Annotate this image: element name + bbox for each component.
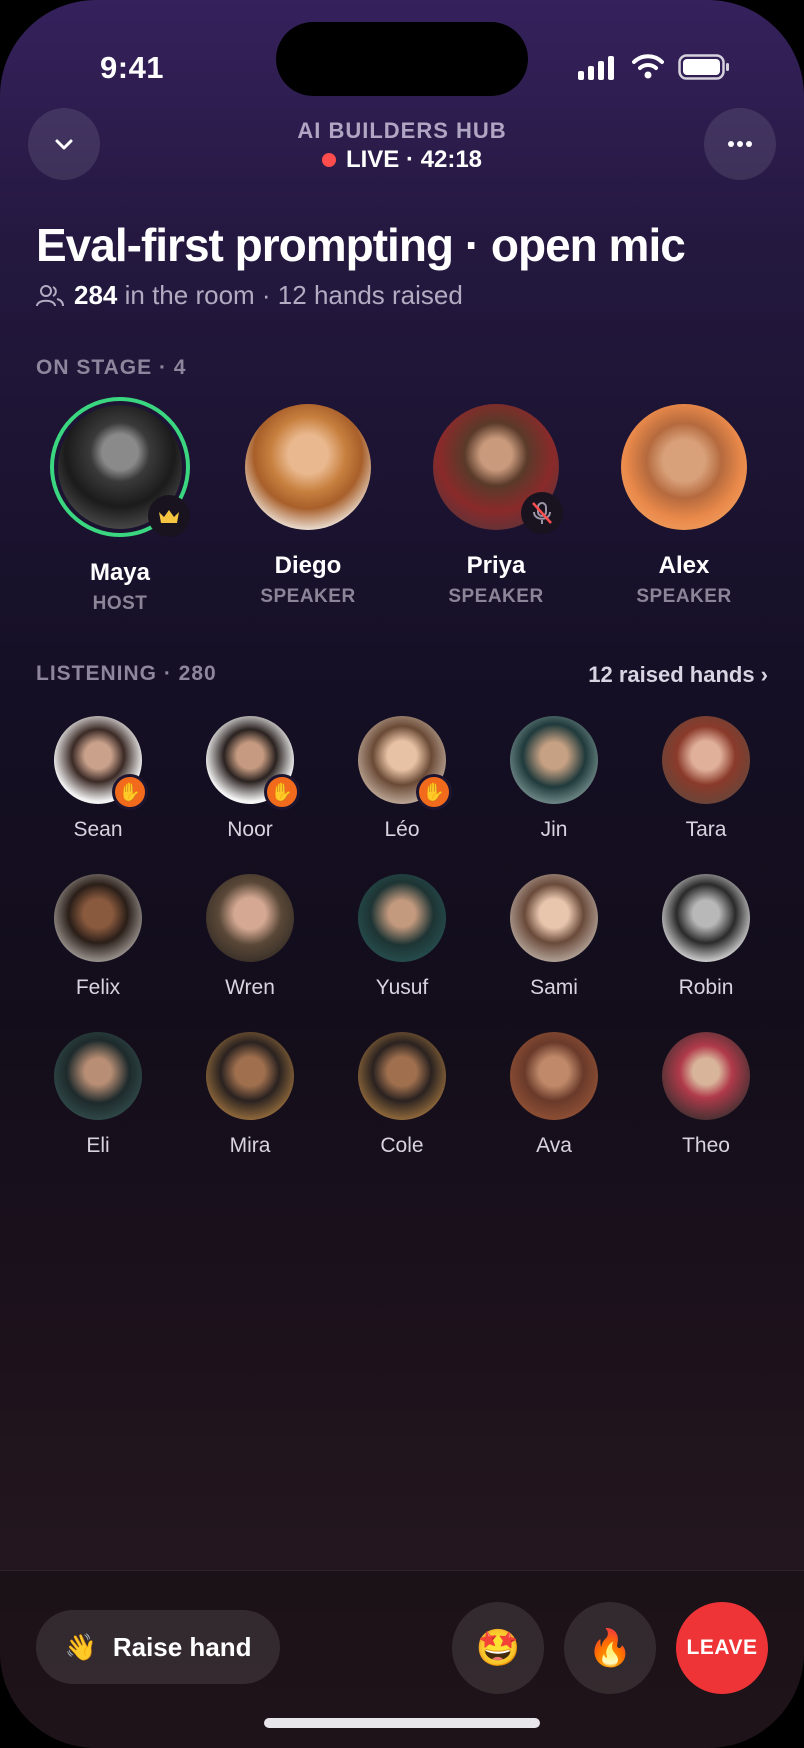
avatar (245, 404, 371, 530)
people-icon (36, 284, 64, 306)
stage-speaker[interactable]: Alex SPEAKER (600, 404, 768, 608)
avatar (621, 404, 747, 530)
avatar (510, 874, 598, 962)
room-meta-text: in the room · 12 hands raised (124, 280, 463, 310)
avatar (206, 874, 294, 962)
fire-reaction-button[interactable]: 🔥 (564, 1602, 656, 1694)
avatar (50, 397, 190, 537)
avatar (662, 874, 750, 962)
listener-tara[interactable]: Tara (646, 716, 766, 842)
home-indicator (264, 1718, 540, 1728)
speaker-name: Maya (89, 559, 151, 586)
listener-cole[interactable]: Cole (342, 1032, 462, 1158)
mic-off-icon (521, 492, 563, 534)
leave-button[interactable]: LEAVE (676, 1602, 768, 1694)
speaker-name: Diego (274, 552, 342, 579)
listener-name: Noor (227, 818, 273, 841)
waving-hand-icon: 👋 (64, 1631, 97, 1662)
avatar (433, 404, 563, 534)
listener-name: Mira (229, 1134, 271, 1157)
avatar (510, 1032, 598, 1120)
listener-eli[interactable]: Eli (38, 1032, 158, 1158)
listener-mira[interactable]: Mira (190, 1032, 310, 1158)
listener-sami[interactable]: Sami (494, 874, 614, 1000)
avatar (358, 874, 446, 962)
listener-name: Felix (75, 976, 121, 999)
avatar (54, 874, 142, 962)
avatar: ✋ (358, 716, 452, 810)
status-time: 9:41 (100, 50, 165, 85)
more-horizontal-icon (728, 141, 752, 147)
avatar (358, 1032, 446, 1120)
live-dot-icon (321, 153, 336, 167)
dynamic-island (276, 22, 528, 96)
avatar (662, 1032, 750, 1120)
stage-speaker[interactable]: Maya HOST (36, 397, 204, 615)
listener-ava[interactable]: Ava (494, 1032, 614, 1158)
listener-name: Sean (73, 818, 123, 841)
speaker-role: SPEAKER (260, 586, 356, 607)
listener-felix[interactable]: Felix (38, 874, 158, 1000)
raised-hand-icon: ✋ (112, 774, 148, 810)
listener-léo[interactable]: ✋ Léo (342, 716, 462, 842)
avatar (510, 716, 598, 804)
listener-robin[interactable]: Robin (646, 874, 766, 1000)
app-screen: 9:41 AI BUILDERS HUB LIVE · 42:18 Eval-f… (0, 0, 804, 1748)
avatar (662, 716, 750, 804)
fire-icon: 🔥 (587, 1627, 633, 1668)
raised-hands-link[interactable]: 12 raised hands › (588, 662, 768, 688)
stage-label: ON STAGE · 4 (36, 356, 187, 379)
avatar: ✋ (206, 716, 300, 810)
avatar (54, 1032, 142, 1120)
star-struck-icon: 🤩 (475, 1627, 521, 1668)
live-duration: LIVE · 42:18 (345, 146, 483, 173)
speaker-role: SPEAKER (448, 586, 544, 607)
listener-noor[interactable]: ✋ Noor (190, 716, 310, 842)
community-name: AI BUILDERS HUB (297, 118, 507, 143)
listener-count: 284 (74, 280, 118, 310)
listener-name: Sami (530, 976, 578, 999)
room-title: Eval-first prompting · open mic (36, 219, 686, 271)
listener-name: Yusuf (375, 976, 429, 999)
stage-speaker[interactable]: Diego SPEAKER (224, 404, 392, 608)
cellular-signal-icon (578, 56, 614, 80)
speaker-role: SPEAKER (636, 586, 732, 607)
listener-name: Léo (384, 818, 420, 841)
more-button[interactable] (704, 108, 776, 180)
listener-name: Ava (536, 1134, 572, 1157)
listener-wren[interactable]: Wren (190, 874, 310, 1000)
listener-sean[interactable]: ✋ Sean (38, 716, 158, 842)
speaker-name: Priya (466, 552, 526, 579)
room-meta: 284 in the room · 12 hands raised (36, 280, 463, 311)
star-eyes-reaction-button[interactable]: 🤩 (452, 1602, 544, 1694)
listener-name: Eli (86, 1134, 110, 1157)
listener-name: Tara (685, 818, 727, 841)
avatar: ✋ (54, 716, 148, 810)
listener-theo[interactable]: Theo (646, 1032, 766, 1158)
listener-yusuf[interactable]: Yusuf (342, 874, 462, 1000)
raise-hand-label: Raise hand (112, 1631, 252, 1662)
listener-jin[interactable]: Jin (494, 716, 614, 842)
wifi-icon (632, 54, 664, 79)
speaker-role: HOST (92, 593, 148, 614)
listener-name: Jin (540, 818, 568, 841)
listening-label: LISTENING · 280 (36, 662, 217, 685)
listener-name: Wren (225, 976, 275, 999)
stage-speaker[interactable]: Priya SPEAKER (412, 404, 580, 608)
listener-name: Robin (678, 976, 734, 999)
listener-name: Theo (682, 1134, 730, 1157)
listener-name: Cole (380, 1134, 424, 1157)
live-indicator: LIVE · 42:18 (0, 146, 804, 174)
avatar (206, 1032, 294, 1120)
raise-hand-button[interactable]: 👋 Raise hand (36, 1610, 280, 1684)
crown-icon (148, 495, 190, 537)
battery-icon (678, 54, 729, 80)
speaker-name: Alex (658, 552, 710, 579)
raised-hand-icon: ✋ (416, 774, 452, 810)
raised-hand-icon: ✋ (264, 774, 300, 810)
